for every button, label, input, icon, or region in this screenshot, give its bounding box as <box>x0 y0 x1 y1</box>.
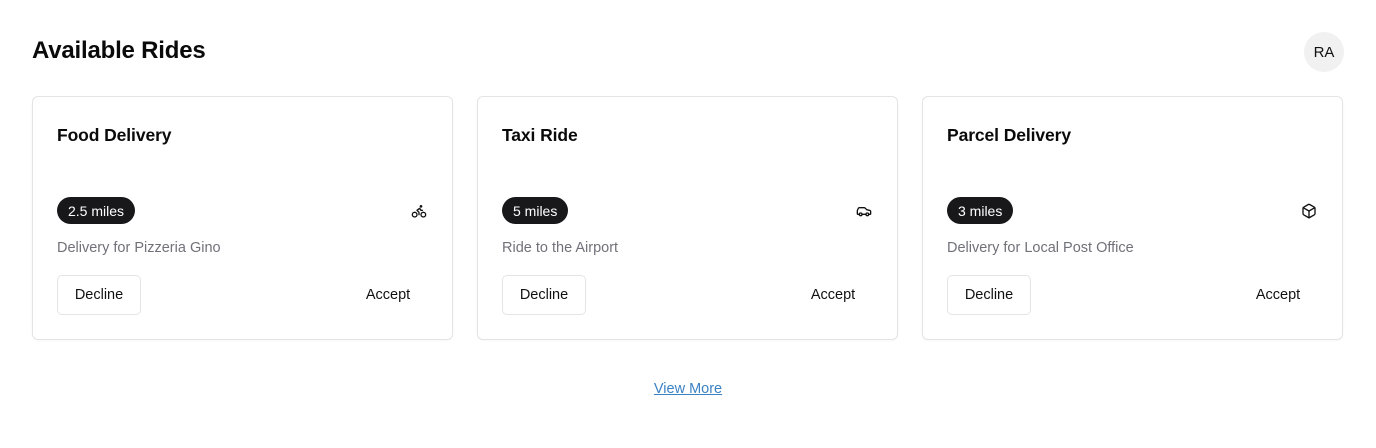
ride-card-list: Food Delivery 2.5 miles Delivery for Piz… <box>32 96 1344 340</box>
ride-description: Delivery for Pizzeria Gino <box>57 240 221 256</box>
ride-card: Food Delivery 2.5 miles Delivery for Piz… <box>32 96 453 340</box>
car-icon <box>855 202 873 220</box>
avatar[interactable]: RA <box>1304 32 1344 72</box>
ride-card: Taxi Ride 5 miles Ride to the Airport De… <box>477 96 898 340</box>
distance-badge: 2.5 miles <box>57 197 136 224</box>
distance-badge: 5 miles <box>502 197 569 224</box>
view-more-link[interactable]: View More <box>654 381 722 397</box>
decline-button[interactable]: Decline <box>947 275 1031 315</box>
ride-description: Delivery for Local Post Office <box>947 240 1134 256</box>
distance-badge: 3 miles <box>947 197 1014 224</box>
ride-title: Food Delivery <box>57 125 172 145</box>
accept-button[interactable]: Accept <box>1238 275 1318 315</box>
accept-button[interactable]: Accept <box>348 275 428 315</box>
package-icon <box>1300 202 1318 220</box>
view-more-container: View More <box>0 380 1376 398</box>
ride-description: Ride to the Airport <box>502 240 619 256</box>
ride-title: Taxi Ride <box>502 125 578 145</box>
page-title: Available Rides <box>32 37 206 64</box>
ride-card: Parcel Delivery 3 miles Delivery for Loc… <box>922 96 1343 340</box>
page-header: Available Rides RA <box>32 0 1344 100</box>
decline-button[interactable]: Decline <box>502 275 586 315</box>
ride-title: Parcel Delivery <box>947 125 1072 145</box>
accept-button[interactable]: Accept <box>793 275 873 315</box>
bike-icon <box>410 202 428 220</box>
decline-button[interactable]: Decline <box>57 275 141 315</box>
